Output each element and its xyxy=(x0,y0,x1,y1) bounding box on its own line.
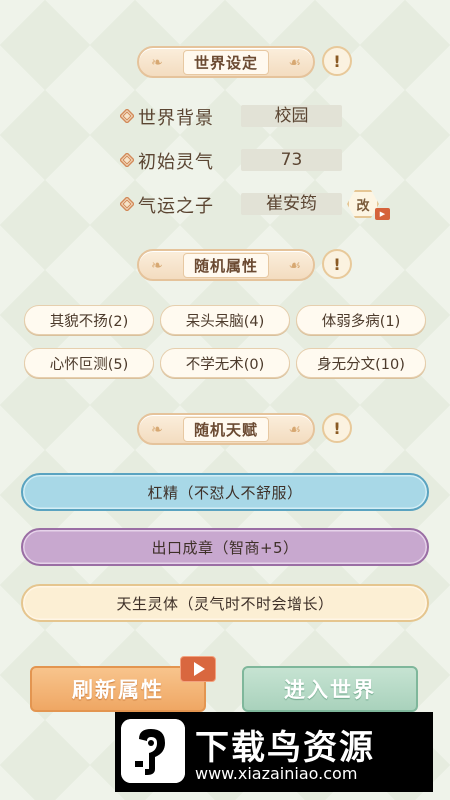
random-talents-header: ❧ 随机天赋 ☙ ! xyxy=(0,409,450,449)
talent-bar-2[interactable]: 出口成章（智商+5） xyxy=(21,528,429,566)
watermark-banner: 下载鸟资源 www.xiazainiao.com xyxy=(115,712,433,792)
setting-label: 气运之子 xyxy=(138,196,214,217)
random-attributes-header: ❧ 随机属性 ☙ ! xyxy=(0,245,450,285)
ornament-icon: ❧ xyxy=(151,258,163,274)
attribute-chip[interactable]: 不学无术(0) xyxy=(160,348,290,378)
diamond-icon xyxy=(120,197,134,211)
setting-label: 初始灵气 xyxy=(138,152,214,173)
video-ad-icon: ▶ xyxy=(375,208,390,220)
video-ad-icon xyxy=(180,656,216,682)
setting-row-initial-aura: 初始灵气 73 xyxy=(120,148,420,174)
attribute-chip[interactable]: 呆头呆脑(4) xyxy=(160,305,290,335)
talents-info-button[interactable]: ! xyxy=(322,413,352,443)
diamond-icon xyxy=(120,153,134,167)
bird-logo-icon xyxy=(121,719,185,783)
setting-row-world-background: 世界背景 校园 xyxy=(120,104,420,130)
section-title: 随机天赋 xyxy=(182,416,269,442)
ornament-icon: ☙ xyxy=(288,422,301,438)
watermark-url: www.xiazainiao.com xyxy=(195,764,358,783)
talent-bar-1[interactable]: 杠精（不怼人不舒服） xyxy=(21,473,429,511)
enter-world-button[interactable]: 进入世界 xyxy=(242,666,418,712)
watermark-title: 下载鸟资源 xyxy=(195,728,375,768)
attribute-chip[interactable]: 其貌不扬(2) xyxy=(24,305,154,335)
ornament-icon: ☙ xyxy=(288,258,301,274)
setting-label: 世界背景 xyxy=(138,108,214,129)
setting-value: 73 xyxy=(241,149,342,171)
change-name-button[interactable]: 改 ▶ xyxy=(347,190,391,222)
world-settings-title-pill: ❧ 世界设定 ☙ xyxy=(137,46,315,78)
random-attributes-title-pill: ❧ 随机属性 ☙ xyxy=(137,249,315,281)
world-info-button[interactable]: ! xyxy=(322,46,352,76)
attribute-chip[interactable]: 身无分文(10) xyxy=(296,348,426,378)
ornament-icon: ❧ xyxy=(151,55,163,71)
diamond-icon xyxy=(120,109,134,123)
random-talents-title-pill: ❧ 随机天赋 ☙ xyxy=(137,413,315,445)
talent-bar-3[interactable]: 天生灵体（灵气时不时会增长） xyxy=(21,584,429,622)
section-title: 世界设定 xyxy=(182,49,269,75)
ornament-icon: ❧ xyxy=(151,422,163,438)
ornament-icon: ☙ xyxy=(288,55,301,71)
attribute-chip[interactable]: 心怀叵测(5) xyxy=(24,348,154,378)
attributes-info-button[interactable]: ! xyxy=(322,249,352,279)
section-title: 随机属性 xyxy=(182,252,269,278)
setting-value: 崔安筠 xyxy=(241,193,342,215)
attribute-chip[interactable]: 体弱多病(1) xyxy=(296,305,426,335)
setting-value: 校园 xyxy=(241,105,342,127)
world-settings-header: ❧ 世界设定 ☙ ! xyxy=(0,42,450,82)
